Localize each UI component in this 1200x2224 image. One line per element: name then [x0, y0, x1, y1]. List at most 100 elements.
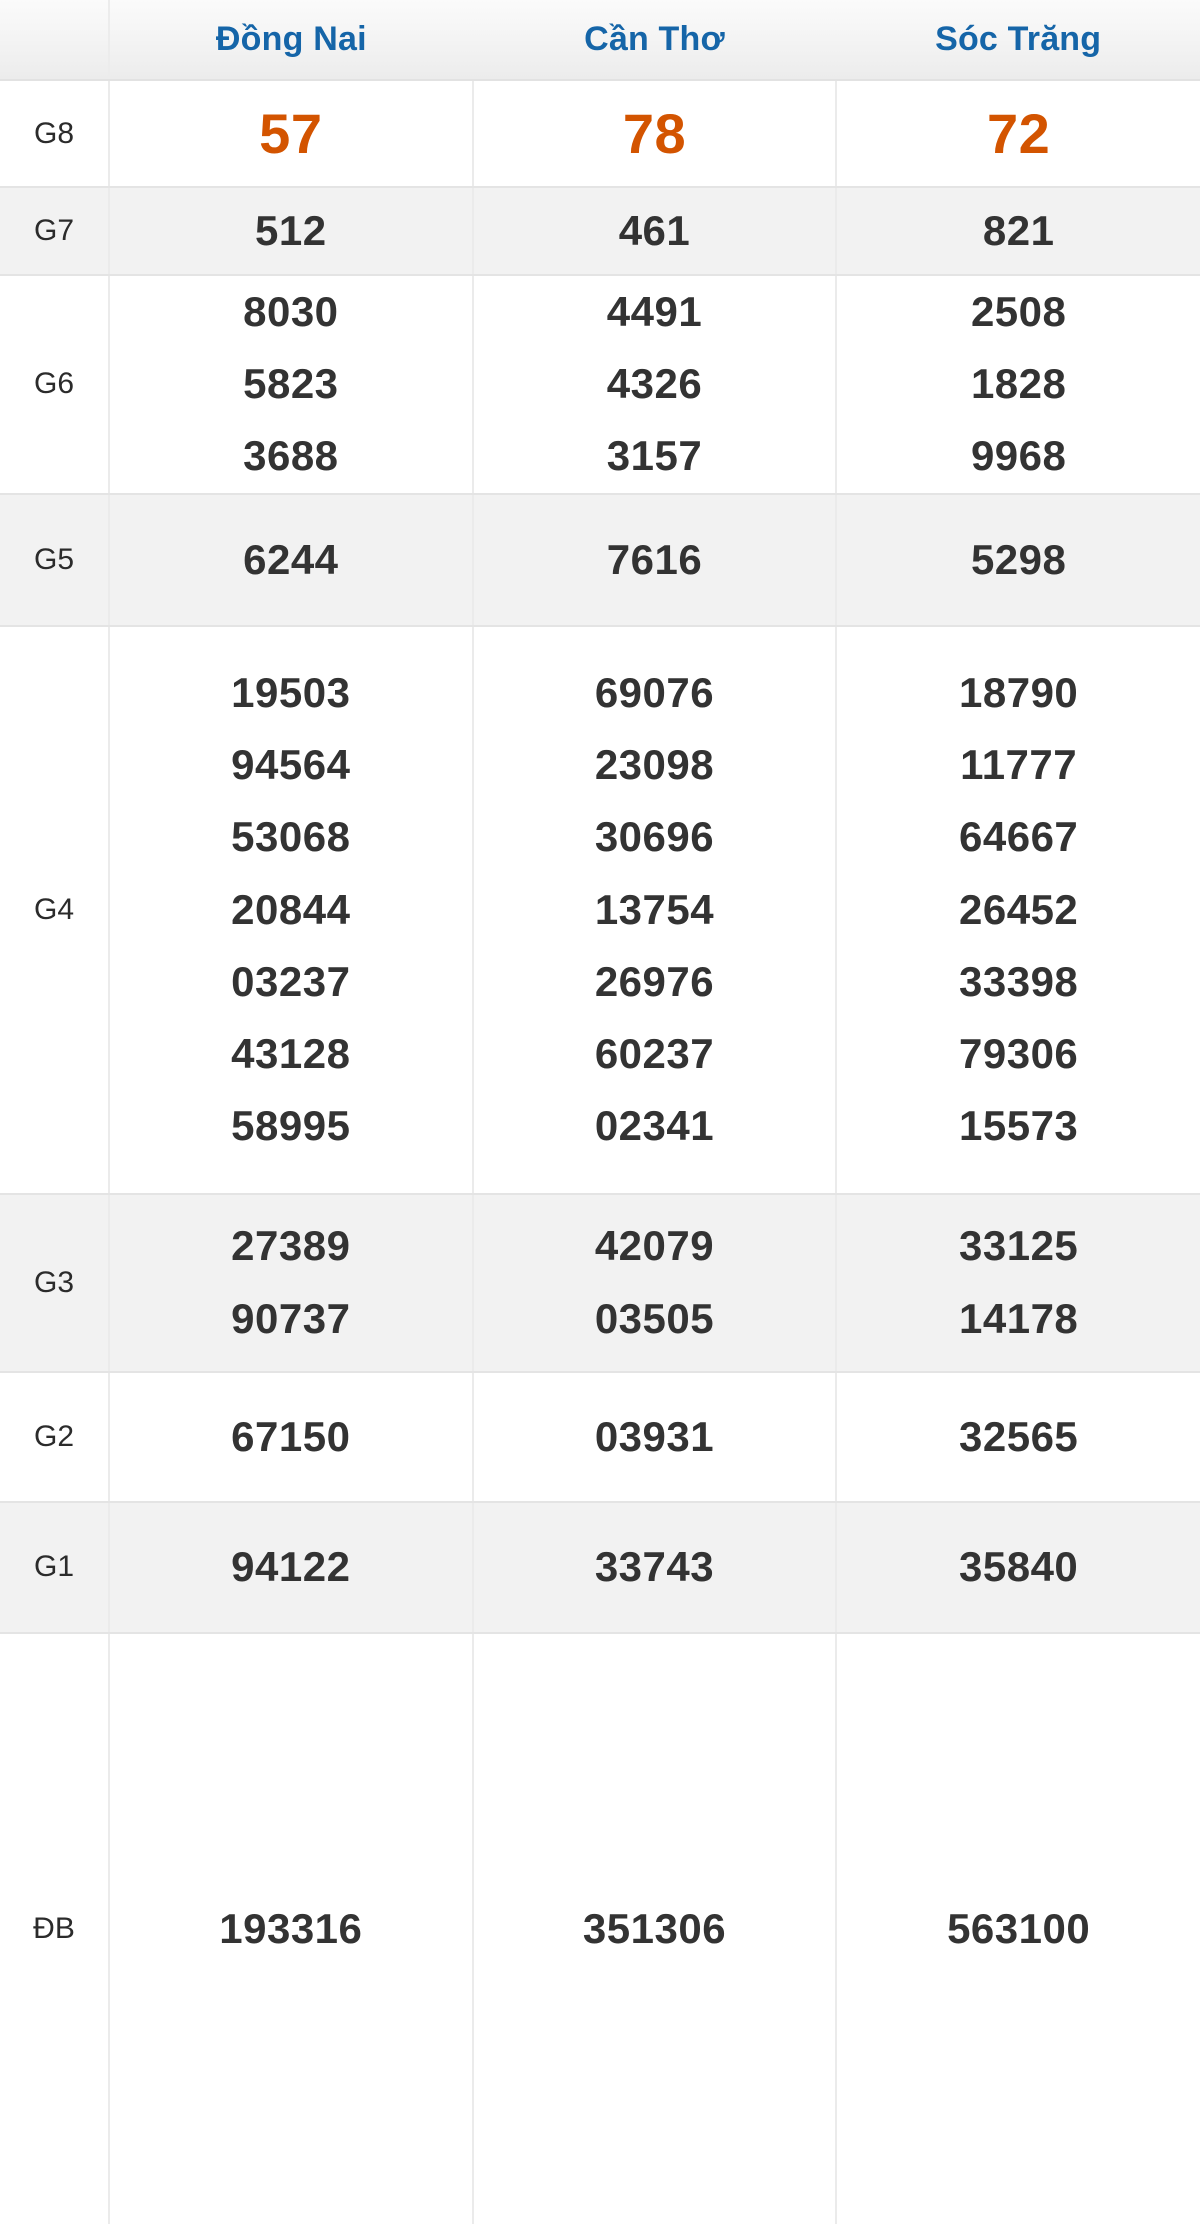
prize-cell-g6-col1: 4491 4326 3157 [472, 275, 838, 495]
prize-number: 6244 [243, 535, 339, 583]
column-header-0[interactable]: Đồng Nai [109, 0, 473, 81]
prize-cell-g3-col2: 33125 14178 [836, 1193, 1200, 1373]
prize-cell-g5-col0: 6244 [109, 493, 474, 627]
prize-number: 11777 [960, 741, 1078, 789]
column-header-2[interactable]: Sóc Trăng [836, 0, 1200, 81]
prize-number: 563100 [947, 1904, 1091, 1952]
prize-cell-g7-col2: 821 [836, 187, 1200, 276]
prize-number: 15573 [959, 1102, 1079, 1150]
prize-cell-g3-col1: 42079 03505 [472, 1193, 838, 1373]
prize-number: 64667 [959, 813, 1079, 861]
prize-cell-g3-col0: 27389 90737 [109, 1193, 474, 1373]
prize-number: 33398 [959, 957, 1079, 1005]
prize-number: 8030 [243, 288, 339, 335]
prize-number: 78 [622, 101, 687, 165]
prize-number: 79306 [959, 1030, 1079, 1078]
prize-number: 512 [255, 207, 327, 254]
prize-number: 43128 [231, 1030, 351, 1078]
prize-number: 2508 [970, 288, 1067, 335]
prize-number: 69076 [594, 668, 715, 716]
prize-label-g7: G7 [0, 187, 110, 276]
table-row: G5 6244 7616 5298 [0, 493, 1200, 627]
prize-number: 94122 [231, 1543, 351, 1591]
prize-cell-g8-col2: 72 [836, 80, 1200, 188]
prize-number: 94564 [231, 741, 351, 789]
prize-cell-g1-col0: 94122 [109, 1501, 474, 1634]
prize-number: 20844 [231, 885, 351, 933]
prize-label-g1: G1 [0, 1501, 110, 1634]
prize-number: 821 [982, 207, 1055, 254]
prize-label-g4: G4 [0, 625, 110, 1195]
prize-label-g6: G6 [0, 275, 110, 495]
prize-number: 42079 [594, 1222, 715, 1270]
prize-number: 23098 [594, 741, 715, 789]
prize-number: 67150 [231, 1412, 351, 1460]
prize-cell-g6-col0: 8030 5823 3688 [109, 275, 474, 495]
prize-number: 33743 [594, 1543, 715, 1591]
prize-cell-g5-col2: 5298 [836, 493, 1200, 627]
table-row: G6 8030 5823 3688 4491 4326 3157 2508 1828 9968 [0, 275, 1200, 495]
prize-number: 9968 [970, 432, 1067, 480]
prize-number: 13754 [594, 885, 715, 933]
table-row: G1 94122 33743 35840 [0, 1501, 1200, 1634]
prize-number: 58995 [231, 1102, 351, 1150]
prize-label-g2: G2 [0, 1371, 110, 1503]
prize-label-g5: G5 [0, 493, 110, 627]
prize-cell-g4-col2: 18790 11777 64667 26452 33398 79306 15573 [836, 625, 1200, 1195]
table-row: G7 512 461 821 [0, 187, 1200, 276]
prize-number: 26452 [959, 885, 1079, 933]
table-row: G8 57 78 72 [0, 80, 1200, 188]
prize-number: 35840 [959, 1543, 1079, 1591]
prize-cell-b-col1: 351306 [472, 1632, 838, 2224]
prize-number: 33125 [959, 1222, 1079, 1270]
prize-cell-g8-col1: 78 [472, 80, 838, 188]
prize-number: 60237 [594, 1030, 715, 1078]
prize-number: 27389 [231, 1222, 351, 1270]
prize-label-g8: G8 [0, 80, 110, 188]
prize-number: 32565 [959, 1412, 1079, 1460]
prize-number: 7616 [606, 535, 703, 583]
table-row: ĐB 193316 351306 563100 [0, 1632, 1200, 2224]
prize-cell-g1-col2: 35840 [836, 1501, 1200, 1634]
prize-number: 14178 [959, 1294, 1079, 1342]
lottery-results-table: Đồng Nai Cần Thơ Sóc Trăng G8 57 78 72 G7 512… [0, 0, 1200, 2224]
prize-number: 18790 [959, 668, 1079, 716]
prize-number: 351306 [582, 1904, 727, 1952]
prize-cell-g6-col2: 2508 1828 9968 [836, 275, 1200, 495]
prize-number: 90737 [231, 1294, 351, 1342]
prize-number: 3688 [243, 432, 339, 480]
column-header-1[interactable]: Cần Thơ [472, 0, 837, 81]
prize-number: 19503 [231, 668, 351, 716]
prize-number: 5823 [243, 360, 339, 408]
prize-number: 461 [618, 207, 691, 254]
prize-cell-g7-col1: 461 [472, 187, 838, 276]
prize-cell-g8-col0: 57 [109, 80, 474, 188]
prize-number: 03931 [594, 1412, 715, 1460]
prize-label-g3: G3 [0, 1193, 110, 1373]
prize-number: 30696 [594, 813, 715, 861]
prize-cell-b-col0: 193316 [109, 1632, 474, 2224]
prize-number: 193316 [219, 1904, 363, 1952]
table-header: Đồng Nai Cần Thơ Sóc Trăng [0, 0, 1200, 81]
prize-number: 57 [259, 101, 323, 165]
prize-label-b: ĐB [0, 1632, 110, 2224]
table-row: G3 27389 90737 42079 03505 33125 14178 [0, 1193, 1200, 1373]
prize-cell-g1-col1: 33743 [472, 1501, 838, 1634]
prize-number: 03505 [594, 1294, 715, 1342]
prize-cell-g2-col0: 67150 [109, 1371, 474, 1503]
prize-number: 3157 [606, 432, 703, 480]
header-row: Đồng Nai Cần Thơ Sóc Trăng [0, 0, 1200, 81]
prize-number: 4326 [606, 360, 703, 408]
table-row: G4 19503 94564 53068 20844 03237 43128 58995 690… [0, 625, 1200, 1195]
header-corner-cell [0, 0, 110, 81]
table-row: G2 67150 03931 32565 [0, 1371, 1200, 1503]
prize-number: 1828 [970, 360, 1067, 408]
prize-number: 26976 [594, 957, 715, 1005]
prize-number: 72 [987, 101, 1051, 165]
prize-cell-g2-col2: 32565 [836, 1371, 1200, 1503]
prize-number: 03237 [231, 957, 351, 1005]
prize-cell-b-col2: 563100 [836, 1632, 1200, 2224]
prize-number: 53068 [231, 813, 351, 861]
prize-cell-g7-col0: 512 [109, 187, 474, 276]
prize-number: 4491 [606, 288, 703, 335]
